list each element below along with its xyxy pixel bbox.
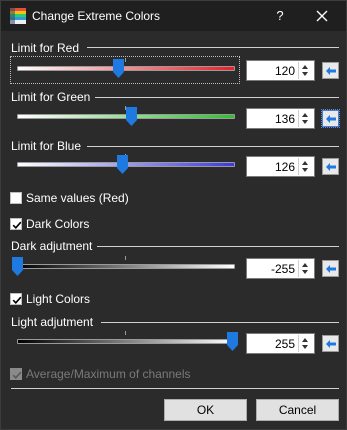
red-limit-spinbox[interactable]: 120 (246, 60, 315, 81)
check-icon (12, 371, 22, 379)
chevron-down-icon[interactable] (302, 72, 308, 76)
light-adjustment-label: Light adjutment (11, 315, 94, 329)
average-maximum-label: Average/Maximum of channels (26, 367, 191, 381)
chevron-down-icon[interactable] (302, 168, 308, 172)
blue-limit-value: 126 (274, 160, 295, 174)
window-title: Change Extreme Colors (32, 9, 161, 23)
slider-track[interactable] (17, 264, 235, 269)
light-adjustment-spinbox[interactable]: 255 (246, 333, 315, 354)
spin-arrows[interactable] (298, 158, 312, 175)
check-icon (12, 221, 22, 229)
change-extreme-colors-dialog: Change Extreme Colors ? Limit for Red 12… (0, 0, 347, 430)
slider-handle[interactable] (125, 107, 137, 126)
blue-limit-spinbox[interactable]: 126 (246, 156, 315, 177)
red-limit-slider[interactable] (10, 56, 240, 84)
slider-center-tick (125, 256, 126, 260)
slider-handle[interactable] (227, 332, 238, 351)
red-section-divider (87, 47, 339, 48)
ok-button[interactable]: OK (164, 399, 247, 421)
copy-value-arrow-icon (326, 67, 336, 75)
green-limit-slider[interactable] (11, 105, 239, 131)
copy-value-arrow-icon (326, 163, 336, 171)
help-button[interactable]: ? (269, 6, 291, 26)
chevron-down-icon[interactable] (302, 345, 308, 349)
copy-value-arrow-icon (326, 265, 336, 273)
spin-arrows[interactable] (298, 62, 312, 79)
light-adjustment-slider[interactable] (11, 330, 239, 356)
dark-adjustment-slider[interactable] (11, 255, 239, 281)
green-limit-label: Limit for Green (11, 90, 91, 104)
slider-handle[interactable] (12, 257, 23, 276)
chevron-up-icon[interactable] (302, 65, 308, 69)
close-icon (316, 10, 328, 22)
close-button[interactable] (307, 6, 337, 26)
blue-section-divider (87, 146, 339, 147)
palette-icon (10, 8, 26, 24)
blue-copy-button[interactable] (322, 158, 339, 175)
slider-center-tick (125, 58, 126, 62)
copy-value-arrow-icon (326, 115, 336, 123)
blue-limit-label: Limit for Blue (11, 139, 82, 153)
dark-colors-checkbox[interactable] (10, 218, 22, 230)
check-icon (12, 296, 22, 304)
dark-adjustment-value: -255 (270, 262, 295, 276)
copy-value-arrow-icon (326, 340, 336, 348)
green-section-divider (95, 97, 339, 98)
chevron-up-icon[interactable] (302, 338, 308, 342)
green-limit-spinbox[interactable]: 136 (246, 108, 315, 129)
chevron-up-icon[interactable] (302, 161, 308, 165)
slider-track[interactable] (17, 339, 235, 344)
dark-colors-label: Dark Colors (26, 217, 90, 231)
red-copy-button[interactable] (322, 62, 339, 79)
light-colors-checkbox[interactable] (10, 293, 22, 305)
slider-center-tick (125, 331, 126, 335)
same-values-checkbox[interactable] (10, 192, 22, 204)
same-values-label: Same values (Red) (26, 191, 129, 205)
blue-limit-slider[interactable] (11, 153, 239, 179)
slider-handle[interactable] (117, 155, 129, 174)
red-limit-label: Limit for Red (11, 41, 80, 55)
average-maximum-checkbox (10, 368, 22, 380)
slider-track[interactable] (17, 66, 235, 71)
light-colors-label: Light Colors (26, 292, 91, 306)
spin-arrows[interactable] (298, 335, 312, 352)
chevron-down-icon[interactable] (302, 270, 308, 274)
red-limit-value: 120 (274, 64, 295, 78)
light-section-divider (101, 322, 339, 323)
title-bar: Change Extreme Colors ? (1, 1, 346, 31)
dark-copy-button[interactable] (322, 260, 339, 277)
chevron-up-icon[interactable] (302, 263, 308, 267)
dark-adjustment-spinbox[interactable]: -255 (246, 258, 315, 279)
light-adjustment-value: 255 (274, 337, 295, 351)
spin-arrows[interactable] (298, 260, 312, 277)
dark-section-divider (97, 246, 339, 247)
green-copy-button[interactable] (321, 109, 340, 128)
chevron-up-icon[interactable] (302, 113, 308, 117)
spin-arrows[interactable] (298, 110, 312, 127)
slider-handle[interactable] (113, 59, 125, 78)
green-limit-value: 136 (274, 112, 295, 126)
cancel-button[interactable]: Cancel (256, 399, 339, 421)
chevron-down-icon[interactable] (302, 120, 308, 124)
dark-adjustment-label: Dark adjutment (11, 239, 93, 253)
light-copy-button[interactable] (322, 335, 339, 352)
bottom-divider (11, 388, 339, 389)
